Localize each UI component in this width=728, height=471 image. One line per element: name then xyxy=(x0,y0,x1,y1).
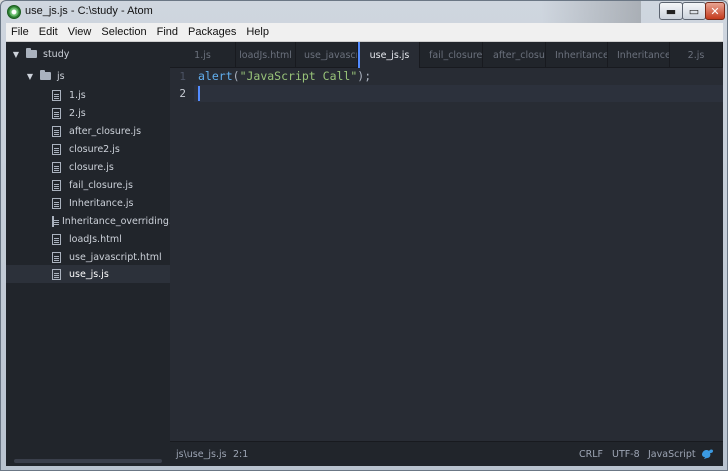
tree-file-item[interactable]: 2.js xyxy=(6,104,170,122)
minimize-button[interactable]: ▬ xyxy=(659,2,683,20)
atom-workspace: ▼ study ▼ js 1.js 2.js after_closure.js … xyxy=(6,42,723,466)
tree-file-item[interactable]: loadJs.html xyxy=(6,230,170,248)
code-string-token: "JavaScript Call" xyxy=(239,69,358,83)
text-cursor xyxy=(198,86,200,101)
atom-window: use_js.js - C:\study - Atom ▬ ▭ ✕ File E… xyxy=(0,0,728,471)
file-text-icon xyxy=(52,143,61,155)
line-number: 1 xyxy=(179,70,186,83)
folder-icon xyxy=(26,48,37,58)
status-line-ending[interactable]: CRLF xyxy=(579,449,603,460)
status-bar: js\use_js.js 2:1 CRLF UTF-8 JavaScript xyxy=(170,441,723,466)
tree-file-item[interactable]: Inheritance_overriding.js xyxy=(6,212,180,230)
tree-file-label: use_js.js xyxy=(69,268,109,280)
tree-root-label: study xyxy=(43,48,70,60)
code-paren-token: ); xyxy=(357,69,372,83)
tree-file-item[interactable]: fail_closure.js xyxy=(6,176,170,194)
file-text-icon xyxy=(52,89,61,101)
squirrel-update-icon[interactable] xyxy=(701,448,714,460)
title-bar[interactable]: use_js.js - C:\study - Atom ▬ ▭ ✕ xyxy=(1,1,727,23)
file-text-icon xyxy=(52,268,61,280)
tree-file-label: after_closure.js xyxy=(69,125,142,137)
status-grammar[interactable]: JavaScript xyxy=(648,449,696,460)
file-text-icon xyxy=(52,197,61,209)
tab-inheritance-overriding-js[interactable]: Inheritance_overriding.js xyxy=(608,42,670,68)
menu-file[interactable]: File xyxy=(6,26,34,38)
menu-packages[interactable]: Packages xyxy=(183,26,241,38)
status-cursor-position[interactable]: 2:1 xyxy=(233,449,248,460)
tab-fail-closure-js[interactable]: fail_closure.js xyxy=(420,42,483,68)
tree-file-label: loadJs.html xyxy=(69,233,122,245)
tab-2-js[interactable]: 2.js xyxy=(670,42,723,68)
code-line-1[interactable]: alert("JavaScript Call"); xyxy=(198,69,371,86)
line-number-gutter: 1 2 xyxy=(170,68,194,441)
file-text-icon xyxy=(52,251,61,263)
tree-file-item[interactable]: use_javascript.html xyxy=(6,248,170,266)
atom-app-icon xyxy=(7,5,21,19)
tab-use-js-js[interactable]: use_js.js xyxy=(358,42,420,68)
code-paren-token: ( xyxy=(232,69,240,83)
tree-root-folder[interactable]: ▼ study xyxy=(6,45,170,63)
tab-1-js[interactable]: 1.js xyxy=(170,42,236,68)
menu-edit[interactable]: Edit xyxy=(34,26,63,38)
tree-file-label: closure2.js xyxy=(69,143,120,155)
tab-bar: 1.js loadJs.html use_javascript.html use… xyxy=(170,42,723,68)
tab-inheritance-js[interactable]: Inheritance.js xyxy=(546,42,608,68)
tree-file-label: Inheritance.js xyxy=(69,197,134,209)
menu-bar: File Edit View Selection Find Packages H… xyxy=(6,23,723,42)
tree-view: ▼ study ▼ js 1.js 2.js after_closure.js … xyxy=(6,42,180,441)
title-bar-gradient xyxy=(541,1,641,23)
close-button[interactable]: ✕ xyxy=(705,2,725,20)
tab-use-javascript-html[interactable]: use_javascript.html xyxy=(296,42,358,68)
tree-file-label: use_javascript.html xyxy=(69,251,162,263)
file-text-icon xyxy=(52,107,61,119)
tree-file-label: Inheritance_overriding.js xyxy=(62,215,180,227)
chevron-down-icon: ▼ xyxy=(12,49,20,59)
menu-view[interactable]: View xyxy=(63,26,97,38)
tree-file-item[interactable]: Inheritance.js xyxy=(6,194,170,212)
tree-file-item[interactable]: closure.js xyxy=(6,158,170,176)
tree-file-label: closure.js xyxy=(69,161,114,173)
tab-after-closure-js[interactable]: after_closure.js xyxy=(483,42,546,68)
tree-file-label: fail_closure.js xyxy=(69,179,133,191)
tree-file-item[interactable]: after_closure.js xyxy=(6,122,170,140)
code-function-token: alert xyxy=(198,69,233,83)
file-text-icon xyxy=(52,161,61,173)
menu-selection[interactable]: Selection xyxy=(96,26,151,38)
tree-folder-js[interactable]: ▼ js xyxy=(6,67,170,85)
status-encoding[interactable]: UTF-8 xyxy=(612,449,640,460)
tree-file-label: 1.js xyxy=(69,89,86,101)
menu-find[interactable]: Find xyxy=(152,26,183,38)
tree-file-item-selected[interactable]: use_js.js xyxy=(6,265,170,283)
menu-help[interactable]: Help xyxy=(241,26,274,38)
chevron-down-icon: ▼ xyxy=(26,71,34,81)
maximize-button[interactable]: ▭ xyxy=(682,2,706,20)
tree-horizontal-scrollbar[interactable] xyxy=(14,459,162,463)
tree-folder-label: js xyxy=(57,70,65,82)
folder-icon xyxy=(40,70,51,80)
tree-file-item[interactable]: 1.js xyxy=(6,86,170,104)
window-title: use_js.js - C:\study - Atom xyxy=(25,5,153,17)
file-text-icon xyxy=(52,125,61,137)
tree-file-item[interactable]: closure2.js xyxy=(6,140,170,158)
text-editor[interactable]: 1 2 alert("JavaScript Call"); xyxy=(170,68,723,441)
status-file-path[interactable]: js\use_js.js xyxy=(176,449,227,460)
file-text-icon xyxy=(52,233,61,245)
tab-loadjs-html[interactable]: loadJs.html xyxy=(236,42,296,68)
tree-file-label: 2.js xyxy=(69,107,86,119)
line-number-active: 2 xyxy=(179,87,186,100)
file-text-icon xyxy=(52,215,59,227)
active-line-highlight xyxy=(170,85,723,102)
file-text-icon xyxy=(52,179,61,191)
